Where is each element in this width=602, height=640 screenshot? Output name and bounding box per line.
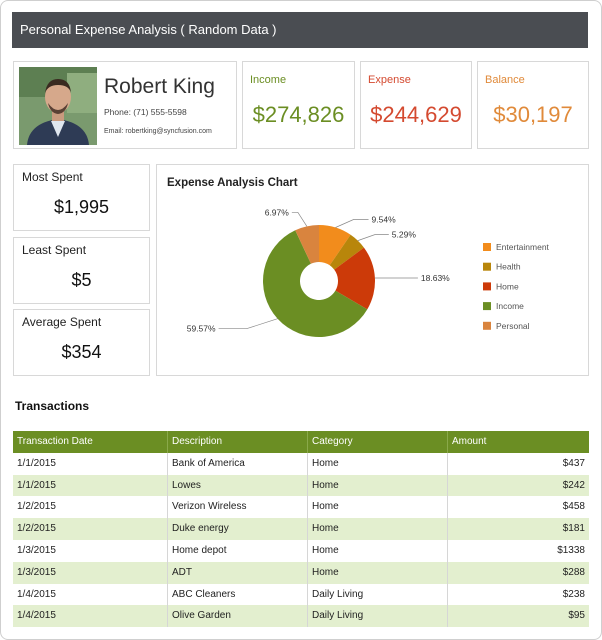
balance-label: Balance — [485, 74, 525, 86]
cell-date: 1/4/2015 — [13, 583, 168, 606]
legend-swatch[interactable] — [483, 282, 491, 291]
table-row[interactable]: 1/2/2015 Verizon Wireless Home $458 — [13, 496, 589, 519]
expense-donut-chart: 9.54% 5.29% 18.63% 59.57% 6.97% Entertainment… — [187, 207, 550, 337]
column-header-description[interactable]: Description — [168, 431, 308, 453]
cell-amount: $242 — [562, 479, 585, 491]
cell-description: Olive Garden — [168, 605, 308, 628]
expense-value: $244,629 — [370, 102, 462, 127]
cell-date: 1/2/2015 — [13, 496, 168, 519]
balance-value: $30,197 — [493, 102, 573, 127]
app-window: Personal Expense Analysis ( Random Data … — [0, 0, 602, 640]
cell-date: 1/3/2015 — [13, 561, 168, 584]
data-label: 59.57% — [187, 324, 216, 334]
average-spent-value: $354 — [61, 342, 102, 362]
label-connector — [291, 211, 308, 227]
cell-amount: $1338 — [557, 544, 585, 556]
table-header-row: Transaction Date Description Category Am… — [13, 431, 589, 453]
income-label: Income — [250, 74, 287, 86]
most-spent-card: Most Spent $1,995 — [13, 164, 150, 231]
chart-card: Expense Analysis Chart 9.54% 5.29% 18.63% 5… — [156, 164, 589, 376]
income-value: $274,826 — [252, 102, 345, 127]
cell-amount: $437 — [562, 457, 585, 469]
cell-date: 1/4/2015 — [13, 605, 168, 628]
cell-description: Home depot — [168, 539, 308, 562]
cell-description: Bank of America — [168, 452, 308, 475]
data-label: 9.54% — [372, 214, 397, 224]
expense-card: Expense $244,629 — [360, 61, 472, 149]
table-row[interactable]: 1/2/2015 Duke energy Home $181 — [13, 518, 589, 540]
profile-name: Robert King — [104, 75, 215, 98]
cell-amount: $288 — [562, 566, 585, 578]
cell-description: ABC Cleaners — [168, 583, 308, 606]
cell-category: Home — [308, 518, 448, 540]
transactions-title: Transactions — [15, 399, 90, 413]
avatar — [19, 67, 97, 145]
legend-swatch[interactable] — [483, 243, 491, 251]
cell-description: Verizon Wireless — [168, 496, 308, 519]
least-spent-label: Least Spent — [22, 243, 87, 257]
data-label: 18.63% — [421, 273, 450, 283]
average-spent-card: Average Spent $354 — [13, 309, 150, 376]
most-spent-label: Most Spent — [22, 170, 83, 184]
cell-category: Daily Living — [308, 583, 448, 606]
balance-card: Balance $30,197 — [477, 61, 589, 149]
cell-date: 1/2/2015 — [13, 518, 168, 540]
label-connector — [357, 234, 389, 241]
table-row[interactable]: 1/3/2015 ADT Home $288 — [13, 561, 589, 584]
cell-amount: $95 — [568, 610, 585, 622]
cell-category: Home — [308, 496, 448, 519]
label-connector — [335, 219, 369, 228]
cell-date: 1/1/2015 — [13, 452, 168, 475]
table-row[interactable]: 1/1/2015 Lowes Home $242 — [13, 474, 589, 497]
legend-label[interactable]: Income — [496, 301, 524, 311]
table-row[interactable]: 1/4/2015 Olive Garden Daily Living $95 — [13, 605, 589, 628]
data-label: 5.29% — [392, 230, 417, 240]
window-title: Personal Expense Analysis ( Random Data … — [12, 12, 588, 48]
expense-label: Expense — [368, 74, 411, 86]
cell-description: ADT — [168, 561, 308, 584]
cell-category: Home — [308, 452, 448, 475]
avatar-image — [19, 67, 97, 145]
cell-description: Duke energy — [168, 518, 308, 540]
cell-category: Daily Living — [308, 605, 448, 628]
column-header-category[interactable]: Category — [308, 431, 448, 453]
column-header-amount[interactable]: Amount — [448, 431, 589, 453]
cell-date: 1/1/2015 — [13, 474, 168, 497]
profile-card: Robert King Phone: (71) 555-5598 Email: … — [13, 61, 237, 149]
table-row[interactable]: 1/4/2015 ABC Cleaners Daily Living $238 — [13, 583, 589, 606]
table-row[interactable]: 1/1/2015 Bank of America Home $437 — [13, 452, 589, 475]
cell-category: Home — [308, 539, 448, 562]
profile-phone: Phone: (71) 555-5598 — [104, 107, 187, 117]
least-spent-value: $5 — [71, 270, 92, 290]
legend-swatch[interactable] — [483, 262, 491, 271]
income-card: Income $274,826 — [242, 61, 355, 149]
cell-amount: $238 — [562, 588, 585, 600]
legend-swatch[interactable] — [483, 321, 491, 330]
cell-amount: $181 — [562, 523, 585, 535]
legend-label[interactable]: Home — [496, 281, 519, 291]
table-row[interactable]: 1/3/2015 Home depot Home $1338 — [13, 539, 589, 562]
least-spent-card: Least Spent $5 — [13, 237, 150, 304]
data-label: 6.97% — [265, 207, 290, 217]
legend-label[interactable]: Entertainment — [496, 242, 550, 252]
transactions-table: Transaction Date Description Category Am… — [13, 431, 589, 628]
most-spent-value: $1,995 — [53, 197, 110, 217]
cell-description: Lowes — [168, 474, 308, 497]
legend-label[interactable]: Personal — [496, 321, 530, 331]
cell-category: Home — [308, 474, 448, 497]
cell-amount: $458 — [562, 501, 585, 513]
label-connector — [218, 318, 278, 330]
cell-date: 1/3/2015 — [13, 539, 168, 562]
profile-email: Email: robertking@syncfusion.com — [104, 128, 212, 135]
average-spent-label: Average Spent — [22, 315, 102, 329]
legend-swatch[interactable] — [483, 302, 491, 311]
legend-label[interactable]: Health — [496, 262, 521, 272]
column-header-date[interactable]: Transaction Date — [13, 431, 168, 453]
cell-category: Home — [308, 561, 448, 584]
